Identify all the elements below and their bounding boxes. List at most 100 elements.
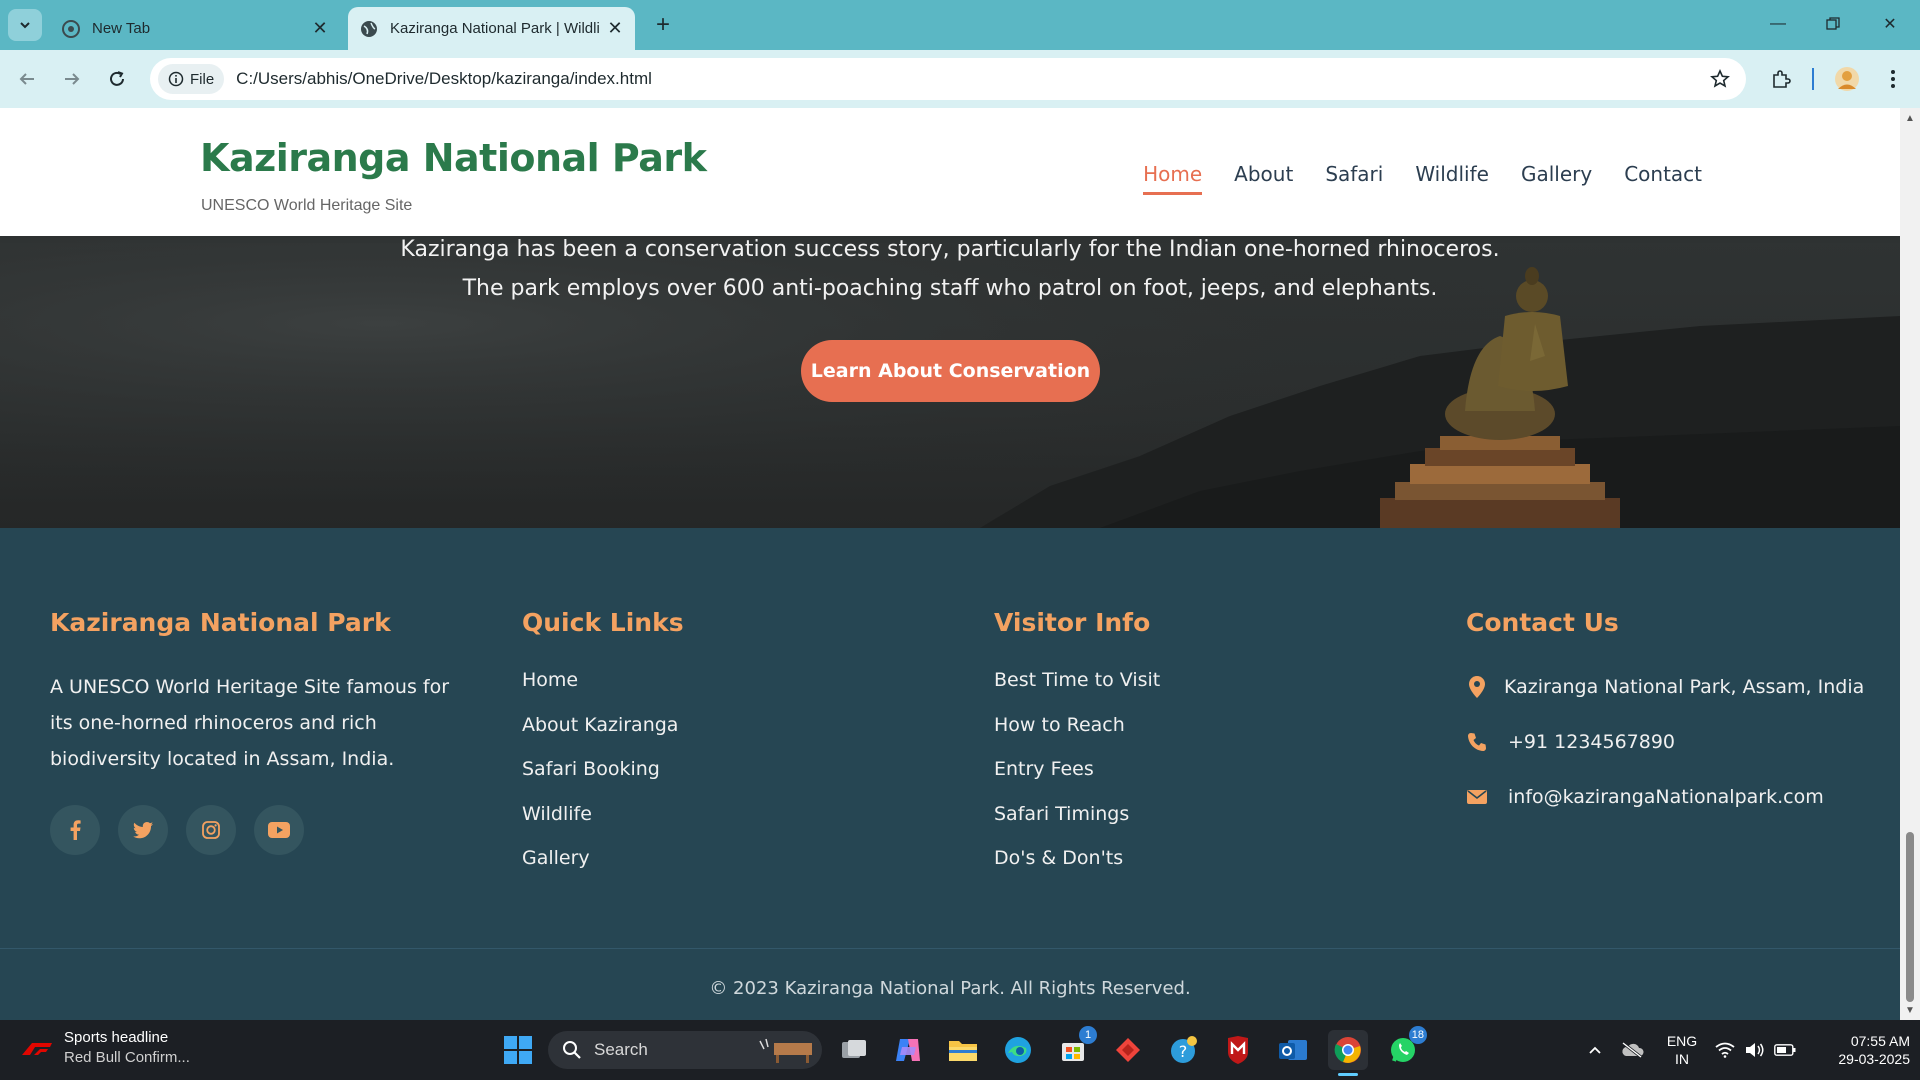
nav-home[interactable]: Home [1143,162,1203,195]
footer-contact-heading: Contact Us [1466,608,1619,637]
tab-title: Kaziranga National Park | Wildli [390,20,600,37]
copilot-icon[interactable] [888,1030,928,1070]
site-logo-title[interactable]: Kaziranga National Park [200,136,707,180]
nav-gallery[interactable]: Gallery [1521,162,1592,195]
twitter-icon[interactable] [118,805,168,855]
bookmark-star-icon[interactable] [1704,63,1736,95]
profile-avatar[interactable] [1830,62,1864,96]
task-view-icon[interactable] [834,1030,874,1070]
mcafee-icon[interactable] [1218,1030,1258,1070]
news-title: Sports headline [64,1029,169,1046]
onedrive-offline-icon[interactable] [1610,1042,1654,1058]
anydesk-icon[interactable] [1108,1030,1148,1070]
site-info-chip[interactable]: File [158,64,225,94]
minimize-icon[interactable]: — [1758,8,1798,40]
taskbar-search[interactable]: Search [548,1031,822,1069]
tab-new-tab[interactable]: New Tab ✕ [50,7,340,50]
contact-phone-text[interactable]: +91 1234567890 [1508,731,1675,753]
chrome-taskbar-icon[interactable] [1328,1030,1368,1076]
active-app-indicator [1338,1073,1358,1076]
page-viewport: Kaziranga National Park UNESCO World Her… [0,108,1900,1020]
tab-title: New Tab [92,20,151,37]
visitor-link-entry-fees[interactable]: Entry Fees [994,758,1160,803]
nav-safari[interactable]: Safari [1325,162,1383,195]
address-bar[interactable]: File C:/Users/abhis/OneDrive/Desktop/kaz… [150,58,1746,100]
nav-contact[interactable]: Contact [1624,162,1702,195]
tray-overflow-icon[interactable] [1580,1045,1610,1055]
tab-search-button[interactable] [8,9,42,41]
windows-taskbar: Sports headline Red Bull Confirm... Sear… [0,1020,1920,1080]
scrollbar-thumb[interactable] [1906,832,1914,1002]
quick-link-about[interactable]: About Kaziranga [522,714,684,759]
region-code: IN [1675,1051,1689,1067]
social-links [50,805,470,855]
visitor-link-how-to-reach[interactable]: How to Reach [994,714,1160,759]
edge-icon[interactable] [998,1030,1038,1070]
hero-description: Kaziranga has been a conservation succes… [400,237,1500,301]
window-close-icon[interactable]: ✕ [1870,8,1910,40]
scroll-up-icon[interactable]: ▲ [1904,112,1916,124]
wifi-icon[interactable] [1710,1042,1740,1058]
instagram-icon[interactable] [186,805,236,855]
microsoft-store-icon[interactable]: 1 [1053,1026,1097,1070]
nav-about[interactable]: About [1234,162,1293,195]
conservation-hero: Kaziranga has been a conservation succes… [0,236,1900,528]
back-icon[interactable] [10,62,44,96]
visitor-link-safari-timings[interactable]: Safari Timings [994,803,1160,848]
contact-phone: +91 1234567890 [1466,714,1864,769]
whatsapp-icon[interactable]: 18 [1383,1026,1427,1070]
footer-quick-links-column: Quick Links Home About Kaziranga Safari … [522,608,684,892]
news-subtitle: Red Bull Confirm... [64,1049,190,1066]
clock[interactable]: 07:55 AM 29-03-2025 [1810,1032,1910,1068]
url-text[interactable]: C:/Users/abhis/OneDrive/Desktop/kazirang… [236,69,1704,89]
menu-kebab-icon[interactable] [1876,62,1910,96]
youtube-icon[interactable] [254,805,304,855]
contact-email-text[interactable]: info@kazirangaNationalpark.com [1508,786,1824,808]
close-icon[interactable]: ✕ [308,17,332,41]
tab-kaziranga[interactable]: Kaziranga National Park | Wildli ✕ [348,7,635,50]
quick-link-home[interactable]: Home [522,669,684,714]
outlook-icon[interactable] [1273,1030,1313,1070]
map-pin-icon [1466,675,1488,698]
learn-conservation-button[interactable]: Learn About Conservation [801,340,1100,402]
footer-contact-column: Contact Us Kaziranga National Park, Assa… [1466,608,1864,824]
nav-wildlife[interactable]: Wildlife [1415,162,1489,195]
restore-icon[interactable] [1813,8,1853,40]
contact-email: info@kazirangaNationalpark.com [1466,769,1864,824]
reload-icon[interactable] [100,62,134,96]
visitor-link-dos-donts[interactable]: Do's & Don'ts [994,847,1160,892]
taskbar-search-placeholder: Search [594,1040,648,1059]
whatsapp-badge: 18 [1408,1026,1427,1044]
close-icon[interactable]: ✕ [603,17,627,41]
visitor-link-best-time[interactable]: Best Time to Visit [994,669,1160,714]
main-nav: Home About Safari Wildlife Gallery Conta… [1143,162,1702,195]
language-indicator[interactable]: ENG IN [1654,1032,1710,1068]
footer-quick-links-heading: Quick Links [522,608,684,637]
volume-icon[interactable] [1740,1042,1770,1058]
quick-link-safari-booking[interactable]: Safari Booking [522,758,684,803]
news-widget[interactable]: Sports headline Red Bull Confirm... [22,1028,190,1068]
contact-address: Kaziranga National Park, Assam, India [1466,659,1864,714]
forward-icon[interactable] [55,62,89,96]
file-explorer-icon[interactable] [943,1030,983,1070]
search-highlight-icon [759,1038,812,1063]
windows-start-icon[interactable] [498,1030,538,1070]
footer-about-column: Kaziranga National Park A UNESCO World H… [50,608,470,855]
system-tray: ENG IN 07:55 AM 29-03-2025 [1580,1020,1910,1080]
footer-about-heading: Kaziranga National Park [50,608,391,637]
facebook-icon[interactable] [50,805,100,855]
extensions-icon[interactable] [1764,62,1798,96]
browser-toolbar: File C:/Users/abhis/OneDrive/Desktop/kaz… [0,50,1920,108]
quick-link-gallery[interactable]: Gallery [522,847,684,892]
quick-link-wildlife[interactable]: Wildlife [522,803,684,848]
footer-visitor-info-column: Visitor Info Best Time to Visit How to R… [994,608,1160,892]
globe-icon [360,20,378,38]
scroll-down-icon[interactable]: ▼ [1904,1004,1916,1016]
page-scrollbar[interactable]: ▲ ▼ [1900,108,1920,1020]
chevron-down-icon [20,22,30,29]
info-icon [168,71,184,87]
browser-tab-bar: New Tab ✕ Kaziranga National Park | Wild… [0,0,1920,50]
new-tab-button[interactable]: + [648,10,678,40]
help-icon[interactable]: ? [1163,1030,1203,1070]
battery-icon[interactable] [1770,1044,1800,1056]
